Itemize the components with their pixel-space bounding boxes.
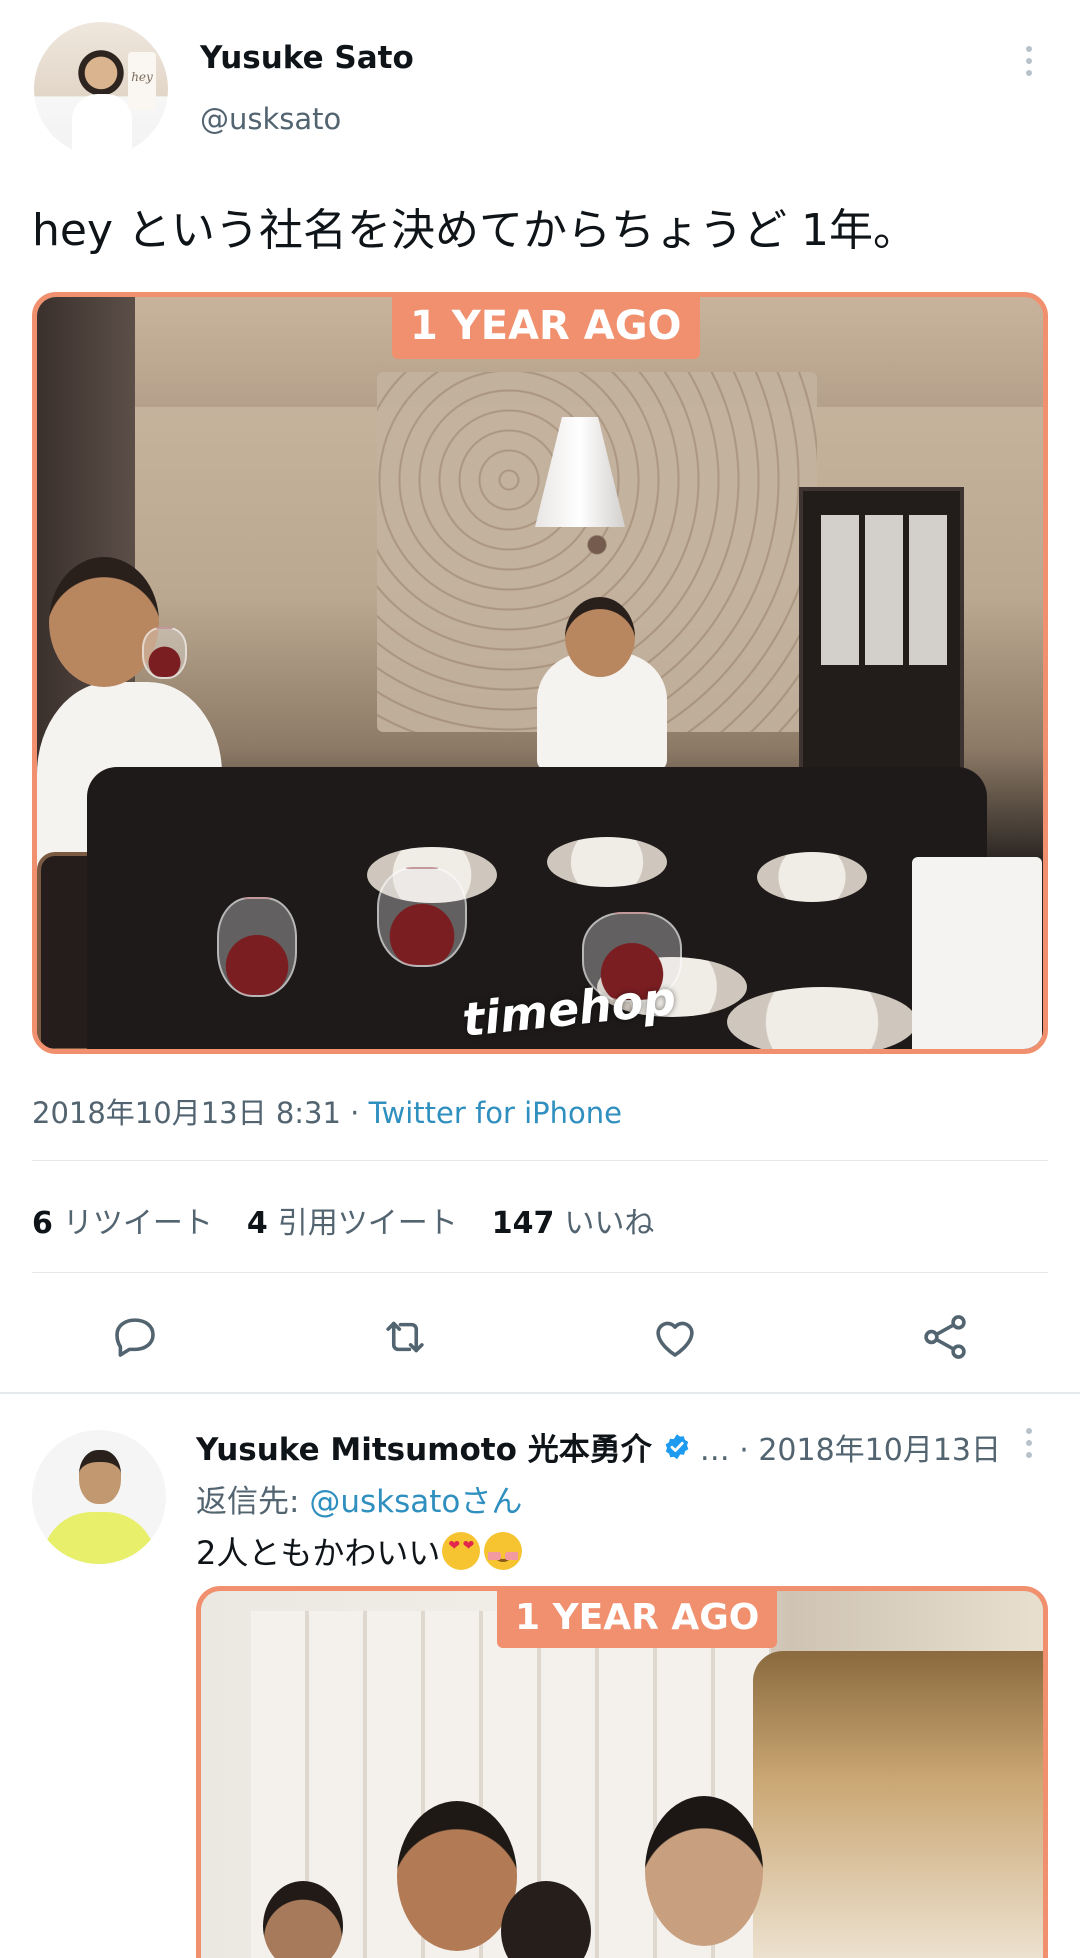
quotes-count: 4 — [246, 1206, 268, 1241]
retweet-icon[interactable] — [378, 1310, 432, 1364]
tweet-source[interactable]: Twitter for iPhone — [369, 1096, 622, 1130]
reply-header: Yusuke Mitsumoto 光本勇介 … · 2018年10月13日 — [196, 1424, 1001, 1469]
photo-year-badge: 1 YEAR AGO — [497, 1591, 778, 1648]
smiling-blush-emoji-icon — [484, 1532, 523, 1570]
share-icon[interactable] — [918, 1310, 972, 1364]
tweet-timestamp[interactable]: 2018年10月13日 8:31 — [32, 1096, 341, 1130]
retweets-count: 6 — [32, 1206, 53, 1241]
likes-count: 147 — [491, 1206, 555, 1241]
photo-paper-roll — [912, 857, 1042, 1049]
avatar-body — [42, 1512, 156, 1564]
like-icon[interactable] — [648, 1310, 702, 1364]
heart-eyes-emoji-icon — [442, 1532, 481, 1570]
photo-plate — [727, 987, 917, 1049]
avatar-face — [79, 1450, 121, 1504]
divider — [32, 1272, 1048, 1273]
avatar-shirt — [72, 94, 132, 156]
replying-to-mention[interactable]: @usksatoさん — [309, 1484, 522, 1520]
reply-text: 2人ともかわいい — [196, 1528, 523, 1574]
retweets-label: リツイート — [62, 1206, 213, 1241]
photo-head-left — [49, 557, 159, 687]
photo-glass — [377, 867, 467, 967]
photo-person — [397, 1801, 517, 1951]
tweet-text: hey という社名を決めてからちょうど 1年。 — [32, 205, 917, 256]
verified-badge-icon — [662, 1432, 692, 1462]
author-avatar[interactable]: hey — [34, 22, 168, 156]
photo-shop — [753, 1651, 1043, 1958]
photo-person — [645, 1796, 763, 1946]
photo-glass — [142, 627, 187, 679]
avatar-sign: hey — [128, 52, 156, 110]
more-options-icon[interactable] — [1014, 46, 1044, 80]
reply-icon[interactable] — [108, 1310, 162, 1364]
photo-year-badge: 1 YEAR AGO — [392, 297, 700, 359]
replying-to-label: 返信先: — [196, 1484, 310, 1520]
author-handle[interactable]: @usksato — [200, 102, 341, 136]
reply-photo[interactable]: 1 YEAR AGO — [196, 1586, 1048, 1958]
reply-author-avatar[interactable] — [32, 1430, 166, 1564]
retweets-stat[interactable]: 6 リツイート — [32, 1198, 213, 1242]
reply-author-name[interactable]: Yusuke Mitsumoto 光本勇介 — [196, 1424, 652, 1469]
quotes-stat[interactable]: 4 引用ツイート — [247, 1198, 458, 1242]
likes-label: いいね — [564, 1206, 655, 1241]
quotes-label: 引用ツイート — [277, 1206, 458, 1241]
meta-separator: · — [340, 1096, 369, 1130]
tweet-stats: 6 リツイート 4 引用ツイート 147 いいね — [32, 1198, 654, 1242]
photo-glass — [217, 897, 297, 997]
tweet-meta: 2018年10月13日 8:31 · Twitter for iPhone — [32, 1090, 622, 1132]
likes-stat[interactable]: 147 いいね — [492, 1198, 655, 1242]
replying-to: 返信先: @usksatoさん — [196, 1476, 522, 1521]
tweet-photo[interactable]: 1 YEAR AGO timehop — [32, 292, 1048, 1054]
photo-head-center — [565, 597, 635, 677]
reply-text-body: 2人ともかわいい — [196, 1534, 441, 1572]
reply-meta[interactable]: … · 2018年10月13日 — [700, 1425, 1001, 1469]
tweet-separator — [0, 1392, 1080, 1394]
reply-more-options-icon[interactable] — [1014, 1428, 1044, 1462]
photo-plate — [757, 852, 867, 902]
tweet-actions — [0, 1300, 1080, 1372]
author-name[interactable]: Yusuke Sato — [200, 40, 414, 76]
photo-plate — [547, 837, 667, 887]
divider — [32, 1160, 1048, 1161]
